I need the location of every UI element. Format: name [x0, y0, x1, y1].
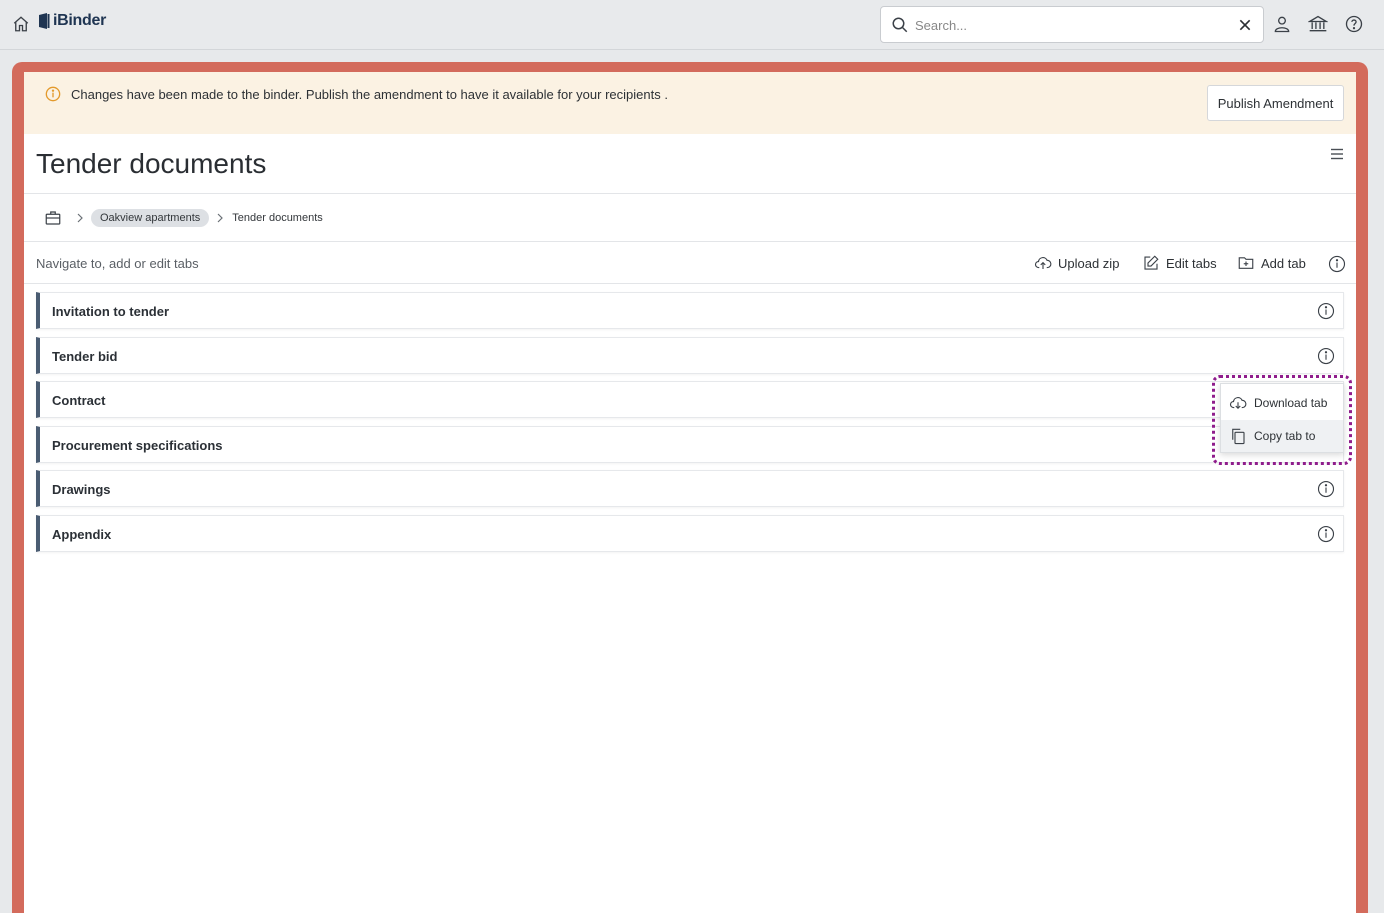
copy-tab-to-label: Copy tab to — [1254, 429, 1316, 443]
chevron-right-icon — [217, 213, 224, 223]
tab-item-procurement-specifications[interactable]: Procurement specifications — [36, 426, 1344, 463]
tab-label: Drawings — [52, 482, 111, 497]
tab-item-tender-bid[interactable]: Tender bid — [36, 337, 1344, 374]
download-tab-label: Download tab — [1254, 396, 1328, 410]
cloud-download-icon — [1230, 397, 1247, 410]
notice-text: Changes have been made to the binder. Pu… — [71, 87, 668, 102]
nav-label: Navigate to, add or edit tabs — [36, 256, 199, 271]
tab-label: Tender bid — [52, 349, 118, 364]
help-icon[interactable] — [1344, 14, 1364, 34]
upload-zip-button[interactable]: Upload zip — [1034, 254, 1119, 272]
organization-icon[interactable] — [1308, 14, 1328, 34]
divider — [24, 283, 1356, 284]
edit-tabs-label: Edit tabs — [1166, 255, 1217, 271]
breadcrumb-project[interactable]: Oakview apartments — [91, 209, 210, 227]
hamburger-menu-icon[interactable] — [1330, 147, 1344, 161]
edit-icon — [1144, 255, 1159, 270]
tab-item-appendix[interactable]: Appendix — [36, 515, 1344, 552]
briefcase-icon[interactable] — [44, 209, 62, 227]
ibinder-logo[interactable]: iBinder — [38, 12, 106, 30]
upload-zip-label: Upload zip — [1058, 255, 1120, 271]
page-title: Tender documents — [36, 148, 267, 179]
add-tab-label: Add tab — [1261, 255, 1306, 271]
copy-tab-to-menu-item[interactable]: Copy tab to — [1221, 420, 1343, 452]
divider — [24, 241, 1356, 242]
clear-search-icon[interactable] — [1237, 17, 1253, 33]
home-icon[interactable] — [12, 15, 30, 33]
copy-icon — [1232, 428, 1245, 445]
breadcrumb-current: Tender documents — [232, 212, 323, 224]
cloud-upload-icon — [1035, 257, 1052, 269]
tab-label: Invitation to tender — [52, 304, 169, 319]
info-icon[interactable] — [1317, 525, 1335, 543]
tab-item-contract[interactable]: Contract — [36, 381, 1344, 418]
breadcrumb: Oakview apartments Tender documents — [44, 208, 323, 228]
binder-logo-icon — [39, 13, 50, 29]
top-bar: iBinder — [0, 0, 1384, 50]
chevron-right-icon — [77, 213, 83, 223]
tab-context-menu: Download tab Copy tab to — [1220, 383, 1344, 453]
tab-label: Appendix — [52, 527, 112, 542]
user-icon[interactable] — [1272, 14, 1292, 34]
info-icon[interactable] — [1328, 255, 1346, 273]
logo-text: iBinder — [53, 12, 107, 29]
info-icon[interactable] — [1317, 347, 1335, 365]
tab-label: Contract — [52, 393, 106, 408]
add-tab-button[interactable]: Add tab — [1237, 254, 1306, 272]
publish-amendment-button[interactable]: Publish Amendment — [1207, 85, 1344, 121]
info-warning-icon — [45, 86, 61, 102]
search-input[interactable] — [915, 14, 1215, 36]
edit-tabs-button[interactable]: Edit tabs — [1142, 254, 1217, 272]
amendment-notice: Changes have been made to the binder. Pu… — [24, 72, 1356, 134]
download-tab-menu-item[interactable]: Download tab — [1221, 387, 1343, 419]
add-folder-icon — [1238, 257, 1254, 269]
divider — [24, 193, 1356, 194]
tab-item-invitation-to-tender[interactable]: Invitation to tender — [36, 292, 1344, 329]
binder-panel: Changes have been made to the binder. Pu… — [24, 72, 1356, 913]
tab-item-drawings[interactable]: Drawings — [36, 470, 1344, 507]
search-box — [880, 6, 1264, 43]
search-icon — [892, 17, 908, 33]
info-icon[interactable] — [1317, 302, 1335, 320]
tab-label: Procurement specifications — [52, 438, 223, 453]
info-icon[interactable] — [1317, 480, 1335, 498]
